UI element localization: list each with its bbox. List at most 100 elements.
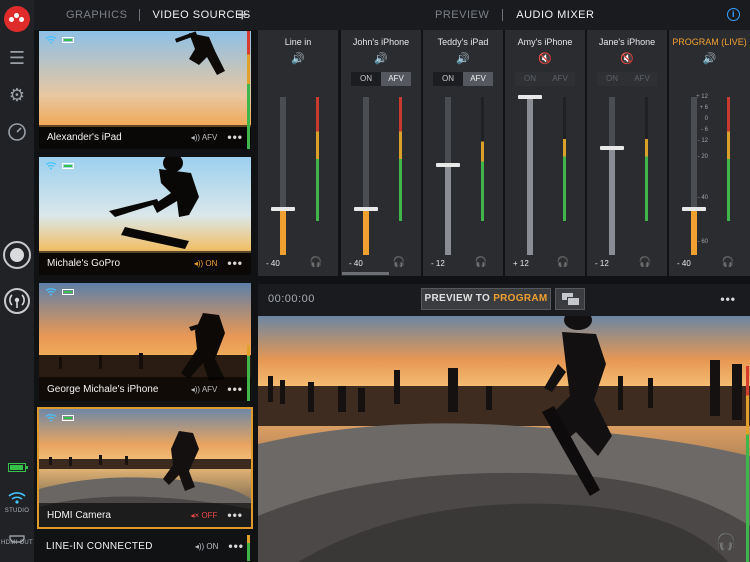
- fader-knob[interactable]: [436, 163, 460, 167]
- wifi-icon: [45, 161, 57, 172]
- fader-track[interactable]: [609, 97, 615, 255]
- fader-knob[interactable]: [682, 207, 706, 211]
- afv-button[interactable]: AFV: [463, 72, 493, 86]
- wifi-icon: [45, 35, 57, 46]
- audio-on-toggle[interactable]: ◂)) ON: [194, 259, 218, 268]
- headphones-icon[interactable]: 🎧: [722, 257, 734, 268]
- source-tile[interactable]: Michale's GoPro ◂)) ON •••: [39, 157, 251, 275]
- source-audio-meter: [247, 31, 250, 149]
- source-name: Michale's GoPro: [47, 257, 121, 269]
- level-meter: [399, 97, 402, 221]
- layout-toggle-button[interactable]: [555, 288, 585, 310]
- headphones-icon[interactable]: 🎧: [557, 257, 569, 268]
- speaker-icon[interactable]: 🔊: [341, 52, 421, 65]
- info-icon[interactable]: i: [727, 8, 740, 21]
- speaker-icon[interactable]: 🔊: [423, 52, 503, 65]
- db-scale-label: - 20: [697, 154, 708, 160]
- gear-icon[interactable]: ⚙: [5, 83, 29, 107]
- tab-audio-mixer[interactable]: AUDIO MIXER: [516, 9, 594, 21]
- fader-track[interactable]: [445, 97, 451, 255]
- db-scale-label: 0: [704, 116, 708, 122]
- tab-video-sources[interactable]: VIDEO SOURCES: [152, 9, 250, 21]
- level-meter: [727, 97, 730, 221]
- preview-video[interactable]: 🎧: [258, 316, 750, 562]
- headphones-icon[interactable]: 🎧: [639, 257, 651, 268]
- headphones-icon[interactable]: 🎧: [716, 532, 736, 552]
- source-bar: HDMI Camera ◂× OFF •••: [39, 503, 251, 527]
- afv-button[interactable]: AFV: [381, 72, 411, 86]
- source-audio-meter: [247, 345, 250, 401]
- fader-knob[interactable]: [271, 207, 295, 211]
- fader-track[interactable]: [691, 97, 697, 255]
- hdmi-icon[interactable]: [5, 525, 29, 543]
- studio-label: STUDIO: [4, 508, 30, 514]
- channel-strip: PROGRAM (LIVE) 🔊 - 40 🎧 + 12 + 6 0 - 6 - 12 - 20 -…: [669, 30, 750, 276]
- record-button[interactable]: [3, 241, 31, 269]
- sources-header: GRAPHICS VIDEO SOURCES +: [34, 0, 258, 30]
- on-button[interactable]: ON: [515, 72, 545, 86]
- fader-knob[interactable]: [518, 95, 542, 99]
- left-rail: ☰ ⚙ STUDIO HDMI OUT: [0, 0, 34, 562]
- menu-icon[interactable]: ☰: [5, 46, 29, 70]
- speaker-icon[interactable]: 🔊: [669, 52, 750, 65]
- preview-image: [258, 316, 750, 562]
- fader-fill: [691, 209, 697, 255]
- more-options-button[interactable]: •••: [720, 292, 736, 306]
- audio-afv-toggle[interactable]: ◂)) AFV: [191, 133, 218, 142]
- on-afv-toggle: ON AFV: [597, 72, 657, 86]
- fader-track[interactable]: [363, 97, 369, 255]
- headphones-icon[interactable]: 🎧: [310, 257, 322, 268]
- headphones-icon[interactable]: 🎧: [475, 257, 487, 268]
- fader-fill: [445, 165, 451, 255]
- app-logo-icon[interactable]: [4, 6, 30, 32]
- fader-value: - 12: [595, 259, 609, 268]
- speaker-muted-icon[interactable]: 🔇: [587, 52, 667, 65]
- battery-icon: [62, 289, 74, 295]
- more-options-button[interactable]: •••: [227, 130, 243, 144]
- program-audio-meter: [746, 366, 749, 562]
- on-button[interactable]: ON: [597, 72, 627, 86]
- preview-to-program-button[interactable]: PREVIEW TO PROGRAM: [421, 288, 551, 310]
- battery-icon: [8, 463, 28, 472]
- line-in-label: LINE-IN CONNECTED: [46, 540, 153, 552]
- channel-strip: Jane's iPhone 🔇 ON AFV - 12 🎧: [587, 30, 667, 276]
- mixer-scroll-indicator[interactable]: [342, 272, 389, 275]
- broadcast-button[interactable]: [3, 287, 31, 315]
- fader-value: - 40: [266, 259, 280, 268]
- tab-preview[interactable]: PREVIEW: [435, 9, 489, 21]
- gauge-icon[interactable]: [5, 120, 29, 144]
- source-tile-selected[interactable]: HDMI Camera ◂× OFF •••: [37, 407, 253, 529]
- on-afv-toggle: ON AFV: [351, 72, 411, 86]
- more-options-button[interactable]: •••: [227, 508, 243, 522]
- more-options-button[interactable]: •••: [228, 539, 244, 553]
- source-tile[interactable]: George Michale's iPhone ◂)) AFV •••: [39, 283, 251, 401]
- db-scale-label: - 60: [697, 239, 708, 245]
- channel-strip: John's iPhone 🔊 ON AFV - 40 🎧: [341, 30, 421, 276]
- source-bar: Alexander's iPad ◂)) AFV •••: [39, 125, 251, 149]
- source-tile[interactable]: Alexander's iPad ◂)) AFV •••: [39, 31, 251, 149]
- more-options-button[interactable]: •••: [227, 382, 243, 396]
- audio-afv-toggle[interactable]: ◂)) AFV: [191, 385, 218, 394]
- audio-on-toggle[interactable]: ◂)) ON: [195, 542, 219, 551]
- on-afv-toggle: ON AFV: [433, 72, 493, 86]
- afv-button[interactable]: AFV: [545, 72, 575, 86]
- afv-button[interactable]: AFV: [627, 72, 657, 86]
- audio-off-toggle[interactable]: ◂× OFF: [190, 511, 217, 520]
- fader-track[interactable]: [527, 97, 533, 255]
- fader-value: - 40: [349, 259, 363, 268]
- speaker-icon[interactable]: 🔊: [258, 52, 338, 65]
- db-scale-label: + 6: [699, 105, 708, 111]
- on-button[interactable]: ON: [351, 72, 381, 86]
- fader-knob[interactable]: [600, 146, 624, 150]
- tab-graphics[interactable]: GRAPHICS: [66, 9, 127, 21]
- on-button[interactable]: ON: [433, 72, 463, 86]
- speaker-muted-icon[interactable]: 🔇: [505, 52, 585, 65]
- line-in-source[interactable]: LINE-IN CONNECTED ◂)) ON •••: [39, 533, 251, 559]
- fader-knob[interactable]: [354, 207, 378, 211]
- db-scale-label: - 6: [700, 127, 708, 133]
- more-options-button[interactable]: •••: [227, 256, 243, 270]
- add-source-button[interactable]: +: [237, 5, 248, 26]
- battery-icon: [62, 163, 74, 169]
- fader-track[interactable]: [280, 97, 286, 255]
- headphones-icon[interactable]: 🎧: [393, 257, 405, 268]
